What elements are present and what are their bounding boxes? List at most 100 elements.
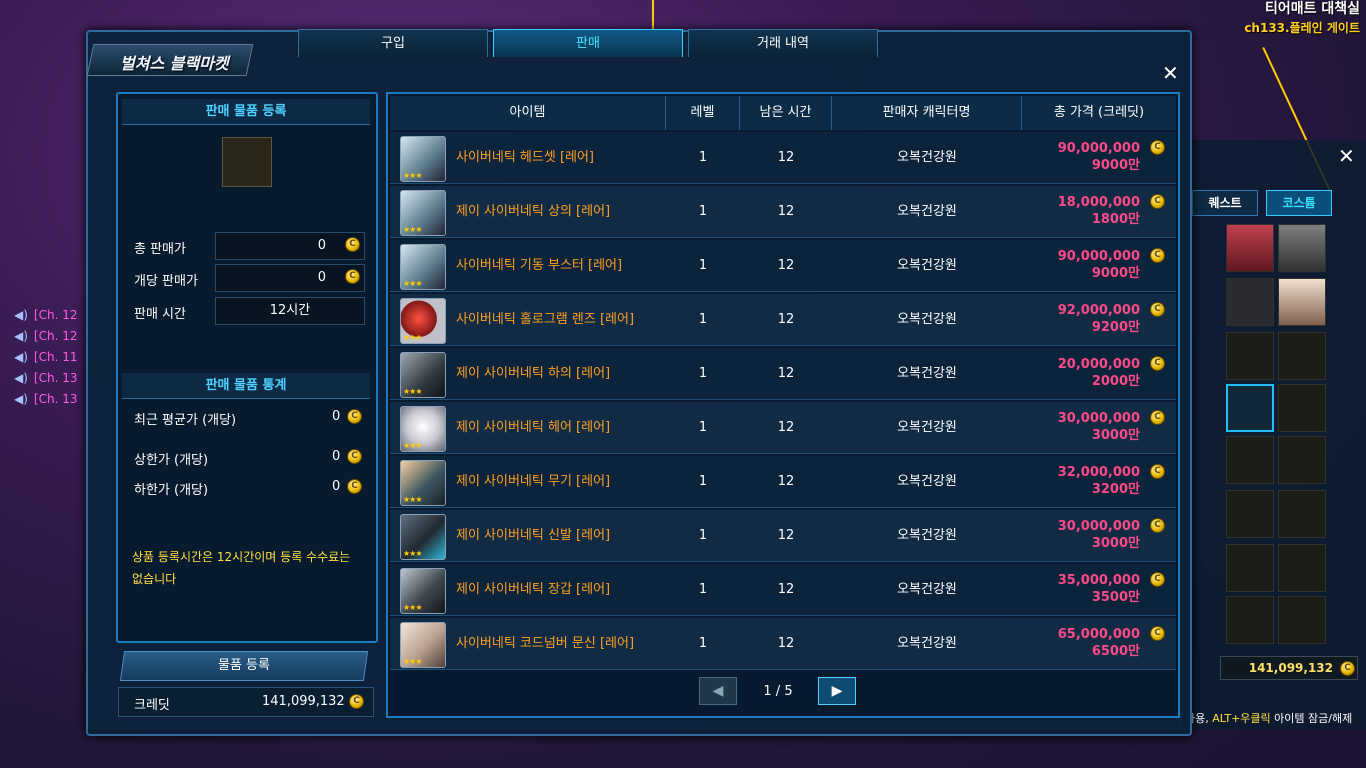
sale-time-select[interactable]: 12시간 [215, 297, 365, 325]
inventory-close-icon[interactable]: ✕ [1338, 144, 1355, 168]
chat-line: ◀) [Ch. 13 [14, 371, 78, 385]
table-row[interactable]: ★★★ 제이 사이버네틱 상의 [레어] 1 12 오복건강원 18,000,0… [390, 186, 1176, 238]
item-price: 32,000,000 3200만 [1057, 465, 1140, 497]
item-name: 제이 사이버네틱 상의 [레어] [456, 204, 611, 219]
item-price: 18,000,000 1800만 [1057, 195, 1140, 227]
inventory-slot-selected[interactable] [1226, 384, 1274, 432]
inventory-slot[interactable] [1278, 544, 1326, 592]
sale-time-label: 판매 시간 [134, 307, 186, 322]
stat-label: 최근 평균가 (개당) [134, 413, 237, 428]
col-header-seller[interactable]: 판매자 캐릭터명 [832, 96, 1022, 130]
stat-value: 0 [332, 479, 341, 494]
inventory-tab-quest[interactable]: 퀘스트 [1192, 190, 1258, 216]
inventory-slot[interactable] [1278, 384, 1326, 432]
col-header-item[interactable]: 아이템 [390, 96, 666, 130]
coin-icon: C [347, 479, 362, 494]
inventory-slot[interactable] [1278, 278, 1326, 326]
stat-label: 상한가 (개당) [134, 453, 209, 468]
inventory-slot[interactable] [1278, 436, 1326, 484]
stat-value: 0 [332, 409, 341, 424]
table-row[interactable]: ★★★ 사이버네틱 기동 부스터 [레어] 1 12 오복건강원 90,000,… [390, 240, 1176, 292]
location-info: 티어매트 대책실 ch133.플레인 게이트 [1244, 0, 1360, 38]
table-row[interactable]: ★★★ 사이버네틱 헤드셋 [레어] 1 12 오복건강원 90,000,000… [390, 132, 1176, 184]
table-row[interactable]: ★★★ 제이 사이버네틱 하의 [레어] 1 12 오복건강원 20,000,0… [390, 348, 1176, 400]
inventory-slot[interactable] [1278, 596, 1326, 644]
inventory-slot[interactable] [1278, 332, 1326, 380]
coin-icon: C [1150, 194, 1165, 209]
item-icon: ★★★ [400, 298, 446, 344]
item-level: 1 [698, 474, 708, 489]
item-icon: ★★★ [400, 568, 446, 614]
item-time: 12 [777, 258, 795, 273]
total-price-input[interactable]: 0 [215, 232, 365, 260]
register-header: 판매 물품 등록 [122, 99, 370, 125]
item-time: 12 [777, 474, 795, 489]
item-icon: ★★★ [400, 190, 446, 236]
item-price: 92,000,000 9200만 [1057, 303, 1140, 335]
table-row[interactable]: ★★★ 사이버네틱 홀로그램 렌즈 [레어] 1 12 오복건강원 92,000… [390, 294, 1176, 346]
table-row[interactable]: ★★★ 제이 사이버네틱 무기 [레어] 1 12 오복건강원 32,000,0… [390, 456, 1176, 508]
register-button[interactable]: 물품 등록 [119, 651, 369, 681]
col-header-price[interactable]: 총 가격 (크레딧) [1022, 96, 1176, 130]
col-header-level[interactable]: 레벨 [666, 96, 740, 130]
speaker-icon: ◀) [14, 350, 28, 364]
channel-name: ch133.플레인 게이트 [1244, 21, 1360, 35]
item-name: 제이 사이버네틱 하의 [레어] [456, 366, 611, 381]
close-icon[interactable]: ✕ [1162, 61, 1179, 85]
inventory-slot[interactable] [1226, 278, 1274, 326]
stats-header: 판매 물품 통계 [122, 373, 370, 399]
item-icon: ★★★ [400, 460, 446, 506]
inventory-slot[interactable] [1278, 224, 1326, 272]
inventory-slot[interactable] [1226, 490, 1274, 538]
location-name: 티어매트 대책실 [1264, 1, 1360, 17]
coin-icon: C [1150, 302, 1165, 317]
tab-history[interactable]: 거래 내역 [688, 29, 878, 57]
tab-sell[interactable]: 판매 [493, 29, 683, 57]
inventory-slot[interactable] [1278, 490, 1326, 538]
register-note: 상품 등록시간은 12시간이며 등록 수수료는 없습니다 [132, 550, 351, 586]
star-icon: ★★★ [403, 441, 422, 450]
item-seller: 오복건강원 [897, 420, 957, 435]
unit-price-input[interactable]: 0 [215, 264, 365, 292]
item-name: 제이 사이버네틱 헤어 [레어] [456, 420, 611, 435]
next-page-button[interactable]: ▶ [818, 677, 856, 705]
item-name: 제이 사이버네틱 장갑 [레어] [456, 582, 611, 597]
unit-price-label: 개당 판매가 [134, 274, 198, 289]
inventory-tab-costume[interactable]: 코스튬 [1266, 190, 1332, 216]
item-level: 1 [698, 258, 708, 273]
item-icon: ★★★ [400, 406, 446, 452]
coin-icon: C [1150, 464, 1165, 479]
item-level: 1 [698, 528, 708, 543]
item-seller: 오복건강원 [897, 366, 957, 381]
item-icon: ★★★ [400, 514, 446, 560]
item-time: 12 [777, 312, 795, 327]
item-price: 35,000,000 3500만 [1057, 573, 1140, 605]
register-item-slot[interactable] [222, 137, 272, 187]
coin-icon: C [1340, 661, 1355, 676]
item-icon: ★★★ [400, 622, 446, 668]
item-seller: 오복건강원 [897, 474, 957, 489]
tab-buy[interactable]: 구입 [298, 29, 488, 57]
inventory-slot[interactable] [1226, 544, 1274, 592]
item-price: 30,000,000 3000만 [1057, 411, 1140, 443]
inventory-slot[interactable] [1226, 332, 1274, 380]
table-row[interactable]: ★★★ 제이 사이버네틱 신발 [레어] 1 12 오복건강원 30,000,0… [390, 510, 1176, 562]
star-icon: ★★★ [403, 657, 422, 666]
item-level: 1 [698, 150, 708, 165]
table-row[interactable]: ★★★ 사이버네틱 코드넘버 문신 [레어] 1 12 오복건강원 65,000… [390, 618, 1176, 670]
inventory-slot[interactable] [1226, 436, 1274, 484]
item-time: 12 [777, 204, 795, 219]
col-header-time[interactable]: 남은 시간 [740, 96, 832, 130]
prev-page-button[interactable]: ◀ [699, 677, 737, 705]
table-row[interactable]: ★★★ 제이 사이버네틱 장갑 [레어] 1 12 오복건강원 35,000,0… [390, 564, 1176, 616]
inventory-slot[interactable] [1226, 596, 1274, 644]
star-icon: ★★★ [403, 333, 422, 342]
coin-icon: C [347, 449, 362, 464]
inventory-slot[interactable] [1226, 224, 1274, 272]
item-time: 12 [777, 150, 795, 165]
table-row[interactable]: ★★★ 제이 사이버네틱 헤어 [레어] 1 12 오복건강원 30,000,0… [390, 402, 1176, 454]
inventory-money: 141,099,132 [1220, 656, 1358, 680]
chat-log: ◀) [Ch. 12 ◀) [Ch. 12 ◀) [Ch. 11 ◀) [Ch. 13 … [14, 305, 78, 410]
item-seller: 오복건강원 [897, 204, 957, 219]
chat-line: ◀) [Ch. 12 [14, 329, 78, 343]
